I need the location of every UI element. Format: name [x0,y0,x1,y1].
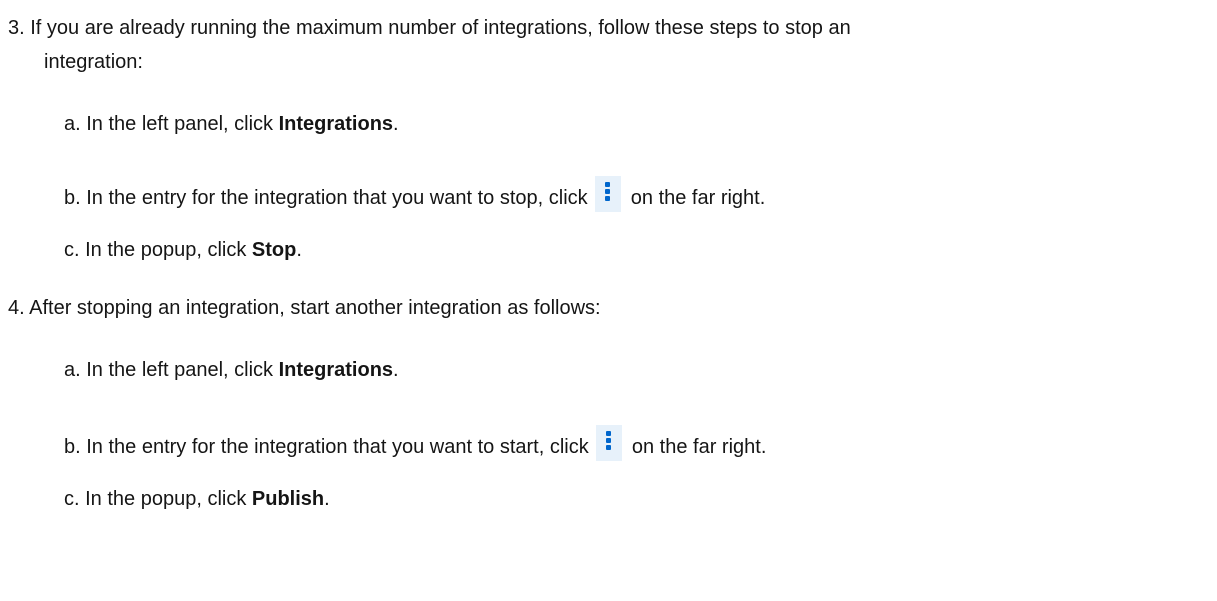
step-3-line-1: 3. If you are already running the maximu… [8,14,851,42]
substep-suffix: on the far right. [631,436,767,458]
step-4a: a. In the left panel, click Integrations… [64,356,399,384]
step-4-intro: After stopping an integration, start ano… [29,297,601,319]
step-3a: a. In the left panel, click Integrations… [64,110,399,138]
step-3b: b. In the entry for the integration that… [64,176,765,212]
step-4c: c. In the popup, click Publish. [64,485,330,513]
step-3-intro-continued: integration: [44,51,143,73]
kebab-menu-icon [595,176,622,212]
substep-marker: a. [64,113,81,135]
step-number: 3. [8,17,25,39]
substep-suffix: . [393,113,399,135]
ui-term-integrations: Integrations [278,359,394,381]
ui-term-publish: Publish [251,488,325,510]
kebab-menu-icon [596,425,623,461]
substep-marker: a. [64,359,81,381]
step-3-line-2: integration: [44,48,143,76]
substep-marker: b. [64,187,81,209]
step-3-intro: If you are already running the maximum n… [30,17,851,39]
substep-suffix: . [296,239,302,261]
step-3c: c. In the popup, click Stop. [64,236,302,264]
substep-text: In the popup, click [85,239,252,261]
substep-marker: b. [64,436,81,458]
step-4b: b. In the entry for the integration that… [64,425,766,461]
substep-text: In the left panel, click [86,113,279,135]
ui-term-integrations: Integrations [278,113,394,135]
substep-suffix: . [324,488,330,510]
substep-text: In the entry for the integration that yo… [86,436,589,458]
step-4-line-1: 4. After stopping an integration, start … [8,294,601,322]
substep-text: In the entry for the integration that yo… [86,187,588,209]
substep-text: In the left panel, click [86,359,279,381]
substep-marker: c. [64,239,80,261]
substep-marker: c. [64,488,80,510]
substep-suffix: on the far right. [630,187,766,209]
substep-suffix: . [393,359,399,381]
substep-text: In the popup, click [85,488,252,510]
step-number: 4. [8,297,25,319]
ui-term-stop: Stop [251,239,297,261]
